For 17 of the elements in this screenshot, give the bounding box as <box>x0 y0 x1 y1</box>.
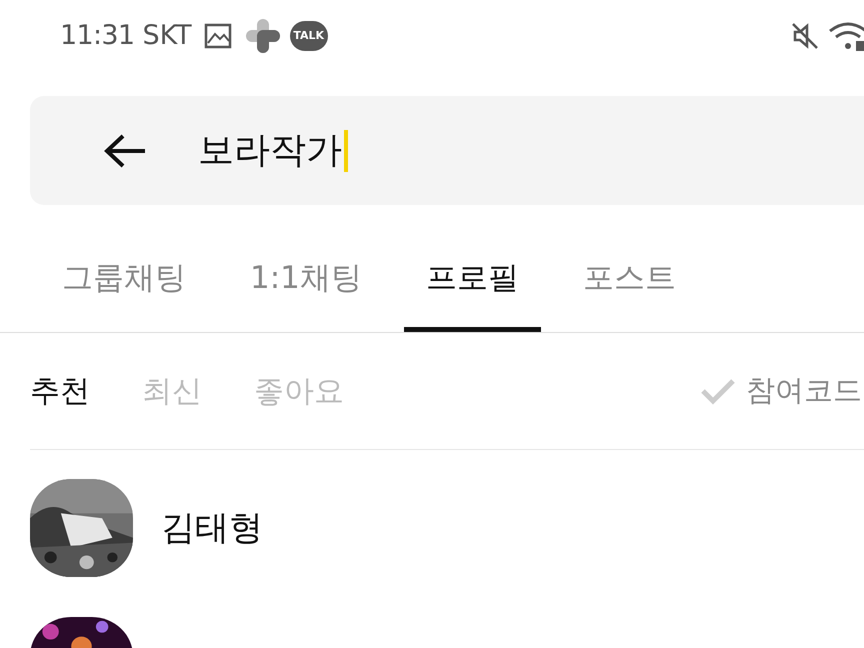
sort-option[interactable]: 최신 <box>142 368 202 414</box>
sort-option[interactable]: 추천 <box>30 368 90 414</box>
status-time: 11:31 <box>60 18 134 53</box>
join-code-filter[interactable]: 참여코드 <box>700 369 864 413</box>
plus-icon <box>244 17 282 55</box>
sort-option[interactable]: 좋아요 <box>254 368 344 414</box>
wifi-icon <box>828 21 864 51</box>
tab[interactable]: 프로필 <box>404 235 541 332</box>
tab[interactable]: 1:1채팅 <box>228 235 384 332</box>
profile-name[interactable]: 김태형 <box>161 502 263 554</box>
back-arrow-icon <box>103 132 147 168</box>
tab[interactable]: 포스트 <box>560 235 698 332</box>
image-icon <box>204 23 232 49</box>
search-field[interactable]: 보라작가 <box>198 124 348 178</box>
tab[interactable]: 그룹채팅 <box>40 235 208 332</box>
talk-icon: TALK <box>290 21 328 51</box>
carrier-name: SKT <box>142 18 192 53</box>
